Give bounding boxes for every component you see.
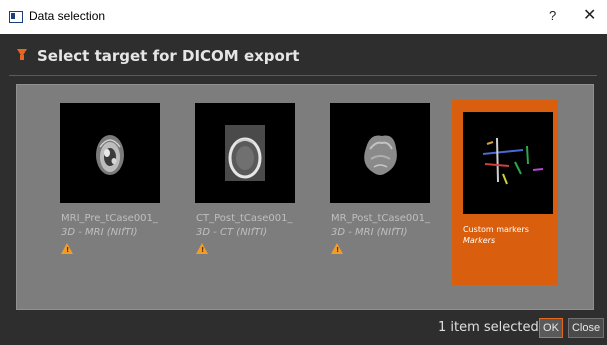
item-name: CT_Post_tCase001_ [196, 213, 293, 224]
data-item-mr-post[interactable]: MR_Post_tCase001_ 3D - MRI (NIfTI) ! [327, 93, 433, 283]
thumbnail-mr-post [330, 103, 430, 203]
warning-icon-mark: ! [336, 246, 340, 254]
dialog-heading: Select target for DICOM export [37, 47, 300, 65]
help-button[interactable]: ? [549, 8, 556, 23]
item-name: MR_Post_tCase001_ [331, 213, 430, 224]
selection-status: 1 item selected [438, 320, 539, 335]
item-type: 3D - MRI (NIfTI) [61, 227, 138, 238]
window-app-icon [9, 11, 23, 23]
ok-button[interactable]: OK [539, 318, 563, 338]
funnel-icon-stem [20, 55, 24, 60]
warning-icon-mark: ! [66, 246, 70, 254]
item-name: MRI_Pre_tCase001_ [61, 213, 158, 224]
item-type: Markers [463, 236, 496, 245]
header-divider [9, 75, 597, 76]
data-item-mri-pre[interactable]: MRI_Pre_tCase001_ 3D - MRI (NIfTI) ! [57, 93, 163, 283]
dialog-body: Select target for DICOM export MRI_Pre_t… [0, 34, 607, 345]
thumbnail-mri-pre [60, 103, 160, 203]
item-type: 3D - CT (NIfTI) [196, 227, 268, 238]
data-item-ct-post[interactable]: CT_Post_tCase001_ 3D - CT (NIfTI) ! [192, 93, 298, 283]
thumbnail-custom-markers [463, 112, 553, 214]
thumbnail-ct-post [195, 103, 295, 203]
warning-icon-mark: ! [201, 246, 205, 254]
dialog-header: Select target for DICOM export [0, 34, 607, 74]
close-button[interactable]: Close [568, 318, 604, 338]
window-title: Data selection [29, 9, 106, 23]
data-item-grid: MRI_Pre_tCase001_ 3D - MRI (NIfTI) ! CT_… [16, 84, 594, 310]
item-name: Custom markers [463, 225, 529, 234]
data-item-custom-markers[interactable]: Custom markers Markers [452, 100, 558, 285]
item-type: 3D - MRI (NIfTI) [331, 227, 408, 238]
window-close-button[interactable]: ✕ [583, 5, 596, 24]
window-titlebar: Data selection ? ✕ [0, 0, 607, 34]
dialog-footer: 1 item selected OK Close [0, 312, 607, 345]
